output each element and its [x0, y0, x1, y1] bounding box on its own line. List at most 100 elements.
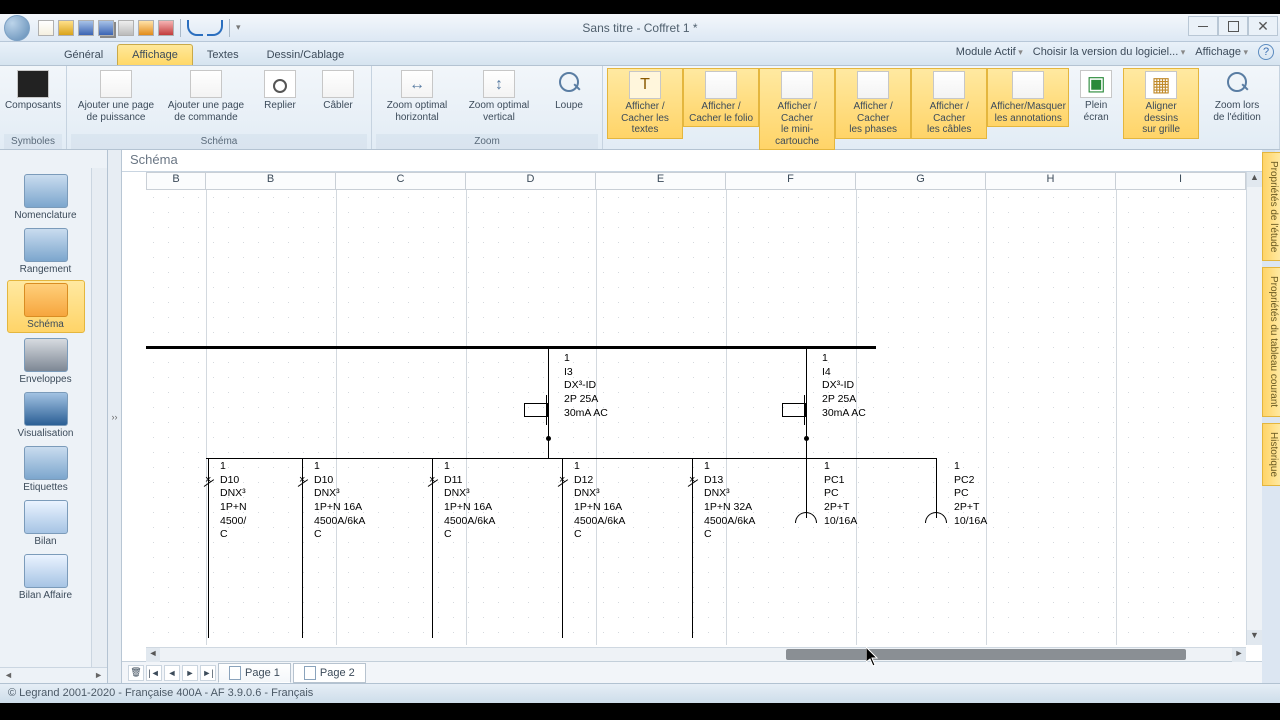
- page-icon: [100, 70, 132, 98]
- composants-button[interactable]: Composants: [4, 68, 62, 114]
- plein-ecran-button[interactable]: Plein écran: [1069, 68, 1123, 125]
- zoom-vertical-button[interactable]: Zoom optimal vertical: [458, 68, 540, 125]
- qat-customize[interactable]: ▾: [236, 22, 241, 33]
- bilan-affaire-icon: [24, 554, 68, 588]
- new-icon[interactable]: [38, 20, 54, 36]
- loupe-button[interactable]: Loupe: [540, 68, 598, 114]
- group-symboles-label: Symboles: [4, 134, 62, 149]
- col-header: B: [206, 172, 336, 190]
- module-bilan[interactable]: Bilan: [7, 498, 85, 549]
- cartouche-icon: [781, 71, 813, 99]
- group-schema-label: Schéma: [71, 134, 367, 149]
- col-header: F: [726, 172, 856, 190]
- scrollbar-thumb[interactable]: [786, 649, 1186, 660]
- module-nomenclature[interactable]: Nomenclature: [7, 172, 85, 223]
- horizontal-scrollbar[interactable]: ◄►: [146, 647, 1246, 661]
- title-bar: ▾ Sans titre - Coffret 1 * ✕: [0, 14, 1280, 42]
- afficher-mini-cartouche-button[interactable]: Afficher / Cacher le mini-cartouche: [759, 68, 835, 150]
- maximize-button[interactable]: [1218, 16, 1248, 36]
- aligner-grille-button[interactable]: Aligner dessins sur grille: [1123, 68, 1199, 139]
- affichage-dropdown[interactable]: Affichage: [1195, 46, 1248, 58]
- vertical-scrollbar[interactable]: ▲▼: [1246, 172, 1262, 645]
- col-header: B: [146, 172, 206, 190]
- device-d12-label: 1 D12 DNX³ 1P+N 16A 4500A/6kA C: [574, 460, 625, 542]
- ajouter-page-puissance-button[interactable]: Ajouter une page de puissance: [71, 68, 161, 125]
- nomenclature-icon: [24, 174, 68, 208]
- redo-icon[interactable]: [207, 20, 223, 36]
- module-bilan-affaire[interactable]: Bilan Affaire: [7, 552, 85, 603]
- save-icon[interactable]: [78, 20, 94, 36]
- rangement-icon: [24, 228, 68, 262]
- bilan-icon: [24, 500, 68, 534]
- afficher-folio-button[interactable]: Afficher / Cacher le folio: [683, 68, 759, 127]
- panel-historique[interactable]: Historique: [1262, 423, 1280, 486]
- module-visualisation[interactable]: Visualisation: [7, 390, 85, 441]
- device-i3-label: 1 I3 DX³-ID 2P 25A 30mA AC: [564, 352, 608, 420]
- column-headers: B B C D E F G H I: [146, 172, 1246, 190]
- scroll-right-icon[interactable]: ►: [90, 668, 107, 683]
- col-header: D: [466, 172, 596, 190]
- save-all-icon[interactable]: [98, 20, 114, 36]
- zoom-horizontal-button[interactable]: Zoom optimal horizontal: [376, 68, 458, 125]
- module-rangement[interactable]: Rangement: [7, 226, 85, 277]
- module-actif-dropdown[interactable]: Module Actif: [956, 46, 1023, 58]
- afficher-textes-button[interactable]: Afficher / Cacher les textes: [607, 68, 683, 139]
- schema-title: Schéma: [122, 150, 1262, 172]
- module-schema[interactable]: Schéma: [7, 280, 85, 333]
- enveloppes-icon: [24, 338, 68, 372]
- open-icon[interactable]: [58, 20, 74, 36]
- minimize-button[interactable]: [1188, 16, 1218, 36]
- module-enveloppes[interactable]: Enveloppes: [7, 336, 85, 387]
- modules-panel: Nomenclature Rangement Schéma Enveloppes…: [0, 150, 108, 683]
- expand-panel-button[interactable]: ››: [108, 150, 122, 683]
- tab-affichage[interactable]: Affichage: [117, 44, 193, 65]
- page-last-button[interactable]: ►|: [200, 665, 216, 681]
- page-prev-button[interactable]: ◄: [164, 665, 180, 681]
- scroll-left-icon[interactable]: ◄: [0, 668, 17, 683]
- page-tabs: 🗑 |◄ ◄ ► ►| Page 1 Page 2: [122, 661, 1262, 683]
- tab-textes[interactable]: Textes: [193, 45, 253, 65]
- cabler-button[interactable]: Câbler: [309, 68, 367, 114]
- annotations-icon: [1012, 71, 1044, 99]
- tab-dessin[interactable]: Dessin/Cablage: [253, 45, 359, 65]
- page-next-button[interactable]: ►: [182, 665, 198, 681]
- modules-scrollbar[interactable]: [91, 168, 107, 667]
- afficher-cables-button[interactable]: Afficher / Cacher les câbles: [911, 68, 987, 139]
- replier-button[interactable]: Replier: [251, 68, 309, 114]
- group-zoom-label: Zoom: [376, 134, 598, 149]
- app-menu-button[interactable]: [4, 15, 30, 41]
- page-delete-button[interactable]: 🗑: [128, 665, 144, 681]
- module-etiquettes[interactable]: Etiquettes: [7, 444, 85, 495]
- status-bar: © Legrand 2001-2020 - Française 400A - A…: [0, 683, 1280, 703]
- panel-proprietes-etude[interactable]: Propriétés de l'étude: [1262, 152, 1280, 261]
- zoom-edition-button[interactable]: Zoom lors de l'édition: [1199, 68, 1275, 125]
- panel-proprietes-tableau[interactable]: Propriétés du tableau courant: [1262, 267, 1280, 416]
- col-header: I: [1116, 172, 1246, 190]
- close-button[interactable]: ✕: [1248, 16, 1278, 36]
- page-icon: [190, 70, 222, 98]
- page-tab-2[interactable]: Page 2: [293, 663, 366, 683]
- grid-icon: [1145, 71, 1177, 99]
- help-icon[interactable]: ?: [1258, 44, 1274, 60]
- undo-icon[interactable]: [187, 20, 203, 36]
- separator: [229, 19, 230, 37]
- ajouter-page-commande-button[interactable]: Ajouter une page de commande: [161, 68, 251, 125]
- afficher-phases-button[interactable]: Afficher / Cacher les phases: [835, 68, 911, 139]
- page-first-button[interactable]: |◄: [146, 665, 162, 681]
- print-icon[interactable]: [118, 20, 134, 36]
- quick-print-icon[interactable]: [138, 20, 154, 36]
- diff-symbol: [782, 395, 808, 423]
- afficher-annotations-button[interactable]: Afficher/Masquer les annotations: [987, 68, 1069, 127]
- busbar: [146, 346, 876, 349]
- col-header: C: [336, 172, 466, 190]
- version-dropdown[interactable]: Choisir la version du logiciel...: [1033, 46, 1186, 58]
- cables-icon: [933, 71, 965, 99]
- zoom-icon: [553, 70, 585, 98]
- cable-icon: [322, 70, 354, 98]
- tab-general[interactable]: Général: [50, 45, 117, 65]
- schema-canvas[interactable]: B B C D E F G H I: [122, 172, 1262, 661]
- device-pc2-label: 1 PC2 PC 2P+T 10/16A: [954, 460, 987, 528]
- page-tab-1[interactable]: Page 1: [218, 663, 291, 683]
- col-header: H: [986, 172, 1116, 190]
- export-pdf-icon[interactable]: [158, 20, 174, 36]
